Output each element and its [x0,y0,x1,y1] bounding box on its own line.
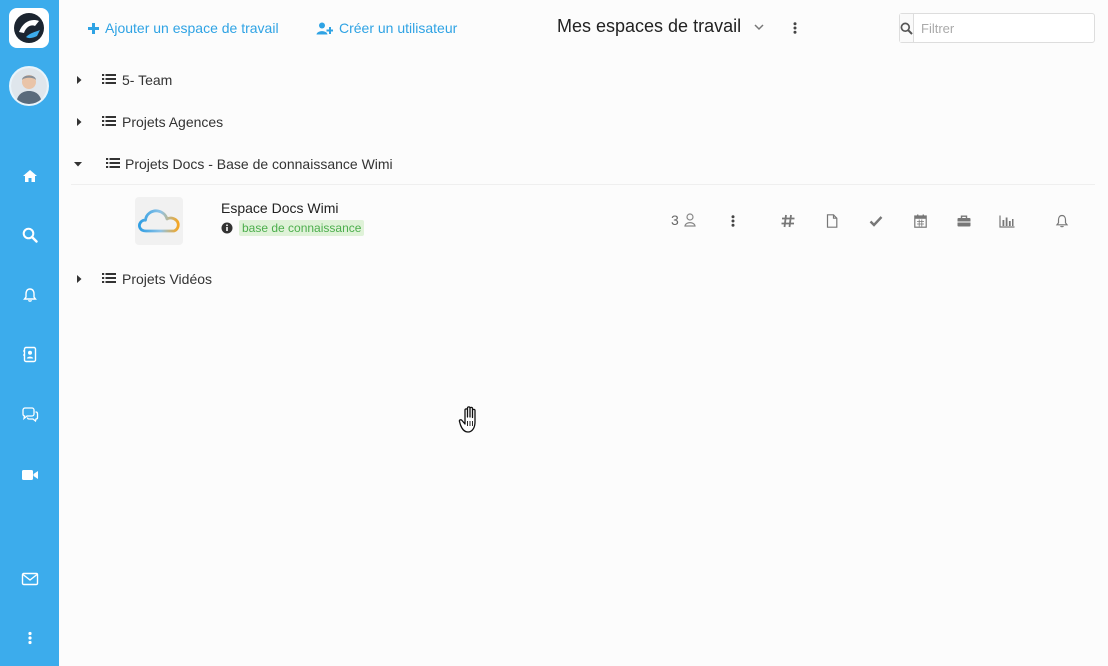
workspace-group-projets-agences[interactable]: Projets Agences [59,104,1095,140]
group-label: Projets Agences [122,114,224,130]
main-content: Ajouter un espace de travail Créer un ut… [59,0,1108,666]
member-count: 3 [671,212,679,228]
chat-icon [21,407,38,423]
bell-icon [22,288,37,302]
workspace-menu-button[interactable] [728,212,738,230]
caret-down-icon [74,162,82,167]
workspace-row[interactable]: Espace Docs Wimi base de connaissance 3 [59,188,1095,254]
list-icon [102,273,116,283]
bell-icon [1055,214,1069,228]
app-logo[interactable] [9,8,49,48]
sidebar-item-search[interactable] [0,217,59,253]
plus-icon [88,22,99,34]
briefcase-icon [957,215,971,227]
title-menu-button[interactable] [788,18,802,38]
add-workspace-label: Ajouter un espace de travail [105,20,279,36]
projects-button[interactable] [956,213,972,229]
group-divider [71,184,1095,185]
home-icon [22,170,37,182]
filter-box [899,13,1097,43]
document-icon [826,214,838,228]
more-icon [27,631,32,645]
title-dropdown-toggle[interactable] [752,20,766,34]
sidebar-item-chat[interactable] [0,397,59,433]
sidebar-item-contacts[interactable] [0,336,59,372]
caret-right-icon [77,76,82,84]
add-user-icon [316,22,333,34]
group-label: Projets Docs - Base de connaissance Wimi [125,156,393,172]
create-user-label: Créer un utilisateur [339,20,458,36]
stats-button[interactable] [999,213,1015,229]
bar-chart-icon [999,215,1015,228]
mail-icon [21,572,38,586]
list-icon [102,74,116,84]
calendar-icon [913,214,927,228]
info-icon[interactable] [221,222,233,234]
workspace-name[interactable]: Espace Docs Wimi [221,200,338,216]
workspace-tag[interactable]: base de connaissance [239,220,365,236]
workspace-group-projets-docs[interactable]: Projets Docs - Base de connaissance Wimi [59,146,1095,182]
search-icon [900,22,913,35]
sidebar [0,0,59,666]
kebab-icon [793,22,797,34]
list-icon [102,116,116,126]
workspace-group-5-team[interactable]: 5- Team [59,62,1095,98]
notifications-button[interactable] [1054,213,1070,229]
avatar[interactable] [9,66,49,106]
chevron-down-icon [754,24,764,31]
caret-right-icon [77,275,82,283]
hand-cursor-icon [458,406,476,433]
filter-search-icon-wrap [900,14,914,42]
checkmark-icon [869,216,883,227]
group-label: 5- Team [122,72,173,88]
avatar-image [11,68,47,104]
create-user-button[interactable]: Créer un utilisateur [316,19,457,37]
sidebar-item-home[interactable] [0,158,59,194]
sidebar-item-more[interactable] [0,620,59,656]
workspace-thumbnail[interactable] [135,197,183,245]
sidebar-item-notifications[interactable] [0,277,59,313]
caret-right-icon [77,118,82,126]
kebab-icon [731,215,735,227]
page-title: Mes espaces de travail [557,16,742,36]
contacts-icon [22,346,36,362]
tasks-button[interactable] [868,213,884,229]
workspace-group-projets-videos[interactable]: Projets Vidéos [59,261,1095,297]
user-icon[interactable] [684,213,696,227]
group-label: Projets Vidéos [122,271,213,287]
sidebar-item-video[interactable] [0,457,59,493]
search-icon [22,227,38,243]
calendar-button[interactable] [912,213,928,229]
documents-button[interactable] [824,213,840,229]
video-icon [21,470,38,480]
filter-input[interactable] [914,14,1097,42]
hashtag-icon [781,214,795,228]
logo-icon [14,13,44,43]
top-bar: Ajouter un espace de travail Créer un ut… [59,0,1108,56]
cloud-icon [138,209,180,233]
channels-button[interactable] [780,213,796,229]
sidebar-item-mail[interactable] [0,561,59,597]
list-icon [106,158,120,168]
add-workspace-button[interactable]: Ajouter un espace de travail [88,19,279,37]
